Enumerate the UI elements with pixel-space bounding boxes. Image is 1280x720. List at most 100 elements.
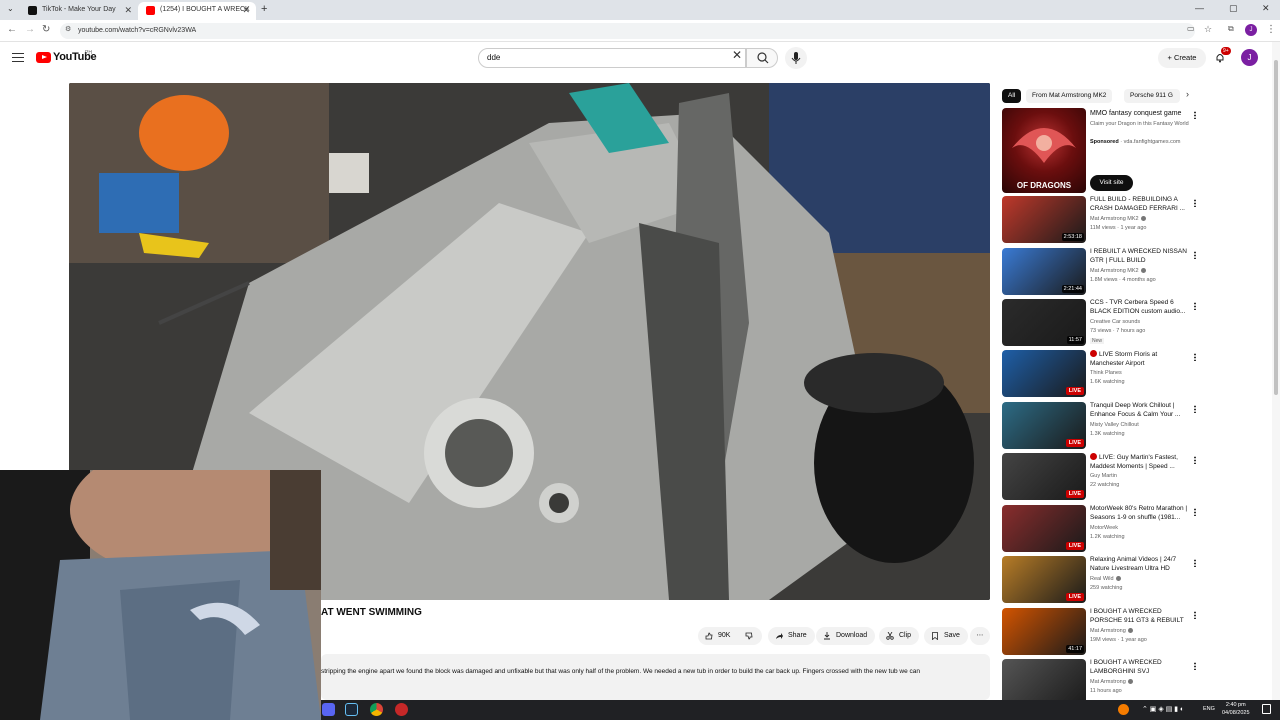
recommendation-thumbnail[interactable]: 2:53:18	[1002, 196, 1086, 243]
ad-title[interactable]: MMO fantasy conquest game	[1090, 110, 1181, 117]
search-button[interactable]	[746, 48, 778, 68]
like-button[interactable]: 90K	[698, 627, 739, 645]
account-avatar[interactable]: J	[1241, 49, 1258, 66]
url-field[interactable]: youtube.com/watch?v=cRGNvlv23WA	[60, 23, 1195, 39]
back-icon[interactable]: ←	[7, 24, 17, 35]
chevron-right-icon[interactable]: ›	[1186, 89, 1189, 99]
more-actions-button[interactable]: ⋯	[970, 627, 990, 645]
recommendation-thumbnail[interactable]: 2:21:44	[1002, 248, 1086, 295]
recommendation-thumbnail[interactable]: LIVE	[1002, 402, 1086, 449]
ad-menu-icon[interactable]	[1194, 111, 1196, 119]
more-options-icon[interactable]	[1194, 508, 1196, 516]
recommendation-channel[interactable]: Mat Armstrong MK2	[1090, 268, 1146, 274]
discord-icon[interactable]	[322, 703, 335, 716]
tab-youtube[interactable]: (1254) I BOUGHT A WRECK ✕	[138, 2, 256, 20]
description-box[interactable]: stripping the engine apart we found the …	[321, 654, 990, 700]
more-options-icon[interactable]	[1194, 559, 1196, 567]
more-options-icon[interactable]	[1194, 199, 1196, 207]
clear-search-icon[interactable]: ✕	[732, 48, 742, 62]
recommendation-channel[interactable]: Creative Car sounds	[1090, 319, 1140, 325]
recommendation-channel[interactable]: Mat Armstrong	[1090, 679, 1133, 685]
recommendation-item[interactable]: LIVE Relaxing Animal Videos | 24/7 Nature…	[1001, 556, 1201, 604]
recommendation-title[interactable]: Relaxing Animal Videos | 24/7 Nature Liv…	[1090, 556, 1190, 573]
minimize-icon[interactable]: —	[1195, 3, 1204, 13]
recommendation-item[interactable]: LIVE LIVE: Guy Martin's Fastest, Maddest …	[1001, 453, 1201, 501]
visit-site-button[interactable]: Visit site	[1090, 175, 1133, 191]
recommendation-title[interactable]: MotorWeek 80's Retro Marathon | Seasons …	[1090, 505, 1190, 522]
recommendation-channel[interactable]: Real Wild	[1090, 576, 1121, 582]
recommendation-thumbnail[interactable]	[1002, 659, 1086, 706]
recommendation-item[interactable]: LIVE MotorWeek 80's Retro Marathon | Seas…	[1001, 505, 1201, 553]
recommendation-thumbnail[interactable]: LIVE	[1002, 350, 1086, 397]
recommendation-title[interactable]: I BOUGHT A WRECKED LAMBORGHINI SVJ	[1090, 659, 1190, 676]
site-settings-icon[interactable]: ⚙	[65, 25, 71, 33]
reload-icon[interactable]: ↻	[42, 24, 50, 35]
browser-menu-icon[interactable]: ⋮	[1266, 24, 1276, 35]
dislike-button[interactable]	[738, 627, 762, 645]
chrome-icon[interactable]	[370, 703, 383, 716]
recommendation-item[interactable]: 11:57 CCS - TVR Cerbera Speed 6 BLACK EDI…	[1001, 299, 1201, 347]
chip-all[interactable]: All	[1002, 89, 1022, 103]
profile-icon[interactable]: J	[1245, 24, 1257, 36]
app-icon[interactable]	[395, 703, 408, 716]
scrollbar-thumb[interactable]	[1274, 60, 1278, 395]
close-tab-icon[interactable]: ✕	[242, 2, 250, 18]
recommendation-thumbnail[interactable]: LIVE	[1002, 556, 1086, 603]
recommendation-title[interactable]: LIVE Storm Floris at Manchester Airport	[1090, 350, 1190, 368]
tab-tiktok[interactable]: TikTok - Make Your Day ✕	[20, 2, 138, 20]
ad-thumbnail[interactable]: OF DRAGONS	[1002, 108, 1086, 193]
recommendation-item[interactable]: 2:21:44 I REBUILT A WRECKED NISSAN GTR | …	[1001, 248, 1201, 296]
recommendation-thumbnail[interactable]: 41:17	[1002, 608, 1086, 655]
more-options-icon[interactable]	[1194, 353, 1196, 361]
recommendation-item[interactable]: 2:53:18 FULL BUILD - REBUILDING A CRASH D…	[1001, 196, 1201, 244]
download-button[interactable]: Download	[816, 627, 876, 645]
install-icon[interactable]: ▭	[1187, 24, 1195, 33]
recommendation-title[interactable]: I BOUGHT A WRECKED PORSCHE 911 GT3 & REB…	[1090, 608, 1190, 626]
close-tab-icon[interactable]: ✕	[124, 2, 132, 18]
recommendation-item[interactable]: LIVE LIVE Storm Floris at Manchester Airp…	[1001, 350, 1201, 398]
steam-icon[interactable]	[345, 703, 358, 716]
more-options-icon[interactable]	[1194, 302, 1196, 310]
create-button[interactable]: + Create	[1158, 48, 1206, 68]
language-indicator[interactable]: ENG	[1203, 706, 1215, 712]
recommendation-title[interactable]: CCS - TVR Cerbera Speed 6 BLACK EDITION …	[1090, 299, 1190, 316]
recommendation-thumbnail[interactable]: 11:57	[1002, 299, 1086, 346]
hamburger-menu-icon[interactable]	[12, 53, 24, 62]
voice-search-button[interactable]	[785, 47, 807, 69]
clip-button[interactable]: Clip	[879, 627, 920, 645]
maximize-icon[interactable]: ▢	[1229, 3, 1238, 14]
forward-icon[interactable]: →	[25, 24, 35, 35]
search-input[interactable]: dde	[478, 48, 746, 68]
new-tab-button[interactable]: +	[261, 3, 267, 15]
share-button[interactable]: Share	[768, 627, 815, 645]
recommendation-title[interactable]: Tranquil Deep Work Chillout | Enhance Fo…	[1090, 402, 1190, 419]
more-options-icon[interactable]	[1194, 405, 1196, 413]
recommendation-title[interactable]: FULL BUILD - REBUILDING A CRASH DAMAGED …	[1090, 196, 1190, 213]
recommendation-channel[interactable]: Think Planes	[1090, 370, 1122, 376]
close-window-icon[interactable]: ✕	[1262, 3, 1270, 14]
notification-app-icon[interactable]	[1118, 704, 1129, 715]
recommendation-item[interactable]: LIVE Tranquil Deep Work Chillout | Enhanc…	[1001, 402, 1201, 450]
more-options-icon[interactable]	[1194, 662, 1196, 670]
bookmark-star-icon[interactable]: ☆	[1204, 24, 1212, 35]
recommendation-channel[interactable]: Misty Valley Chillout	[1090, 422, 1139, 428]
chip-from-channel[interactable]: From Mat Armstrong MK2	[1026, 89, 1113, 103]
recommendation-channel[interactable]: Mat Armstrong MK2	[1090, 216, 1146, 222]
taskbar-clock[interactable]: 2:40 pm 04/08/2025	[1222, 701, 1250, 717]
extensions-icon[interactable]: ⧉	[1228, 24, 1234, 34]
recommendation-thumbnail[interactable]: LIVE	[1002, 505, 1086, 552]
notifications-center-icon[interactable]	[1262, 704, 1271, 714]
save-button[interactable]: Save	[924, 627, 968, 645]
tab-search-icon[interactable]: ⌄	[7, 4, 14, 13]
tray-icons[interactable]: ⌃ ▣ ◈ ▤ ▮ ◐	[1142, 705, 1184, 713]
more-options-icon[interactable]	[1194, 456, 1196, 464]
recommendation-title[interactable]: LIVE: Guy Martin's Fastest, Maddest Mome…	[1090, 453, 1190, 471]
youtube-logo-icon[interactable]	[36, 52, 51, 63]
recommendation-thumbnail[interactable]: LIVE	[1002, 453, 1086, 500]
recommendation-item[interactable]: 41:17 I BOUGHT A WRECKED PORSCHE 911 GT3 …	[1001, 608, 1201, 656]
chip-porsche[interactable]: Porsche 911 G	[1124, 89, 1180, 103]
recommendation-channel[interactable]: Mat Armstrong	[1090, 628, 1133, 634]
recommendation-title[interactable]: I REBUILT A WRECKED NISSAN GTR | FULL BU…	[1090, 248, 1190, 265]
more-options-icon[interactable]	[1194, 251, 1196, 259]
recommendation-channel[interactable]: MotorWeek	[1090, 525, 1118, 531]
